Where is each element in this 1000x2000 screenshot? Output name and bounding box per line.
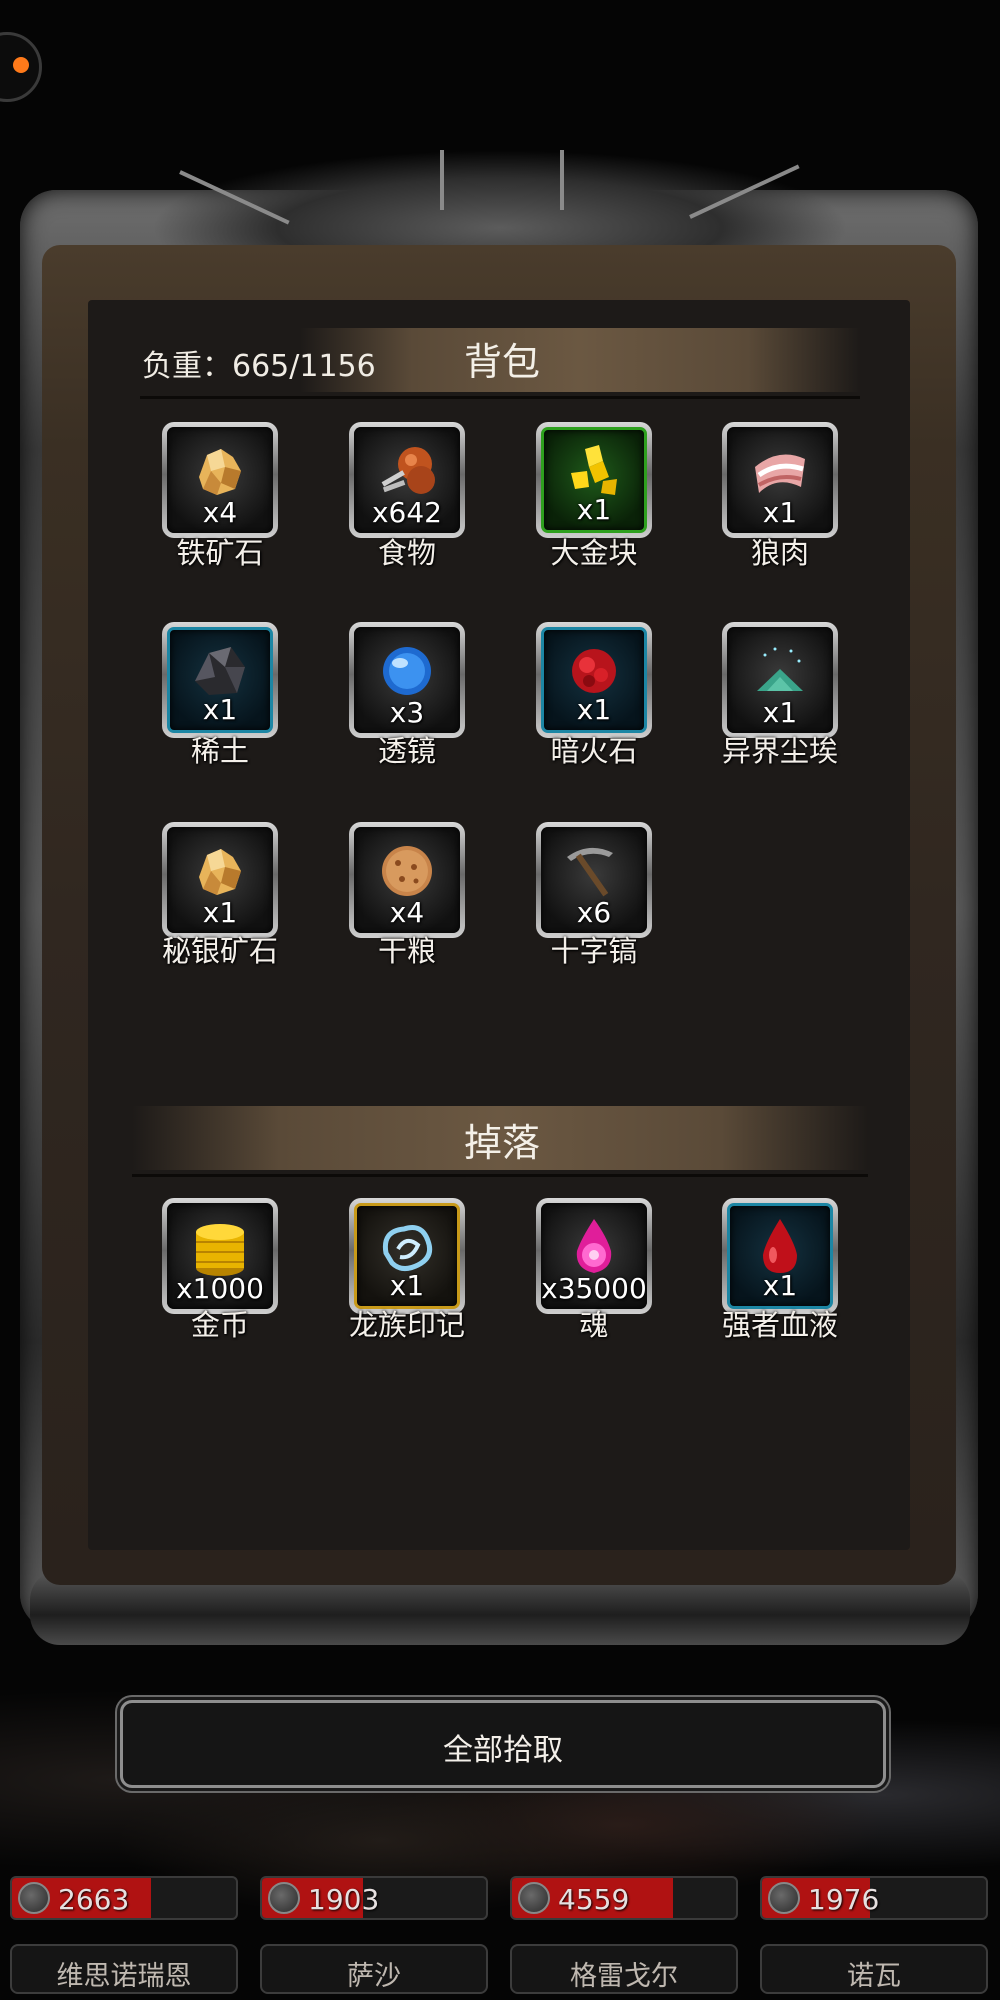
notification-dot-icon [13, 57, 29, 73]
inventory-slot[interactable]: x1 [536, 422, 652, 538]
hp-bar: 4559 [510, 1876, 738, 1920]
item-qty: x1 [576, 693, 612, 726]
hp-value: 2663 [58, 1883, 130, 1916]
item-qty: x1 [762, 696, 798, 729]
party-member-nameplate[interactable]: 格雷戈尔 [510, 1944, 738, 1994]
item-qty: x1 [762, 1269, 798, 1302]
inventory-slot[interactable]: x6 [536, 822, 652, 938]
item-name: 干粮 [377, 934, 436, 968]
item-name: 魂 [579, 1308, 609, 1342]
item-name: 秘银矿石 [161, 934, 278, 968]
item-qty: x35000 [541, 1272, 647, 1305]
item-name: 强者血液 [721, 1308, 838, 1342]
weight-label: 负重：665/1156 [142, 349, 376, 384]
item-name: 透镜 [377, 734, 436, 768]
item-qty: x642 [371, 496, 442, 529]
pickup-all-button[interactable]: 全部拾取 [120, 1700, 886, 1788]
party-member-name: 维思诺瑞恩 [56, 1961, 192, 1992]
hp-bar: 2663 [10, 1876, 238, 1920]
item-qty: x1000 [176, 1272, 264, 1305]
drops-title: 掉落 [463, 1121, 540, 1165]
drop-slot[interactable]: x1 [722, 1198, 838, 1314]
hp-bar: 1903 [260, 1876, 488, 1920]
hp-value: 4559 [558, 1883, 630, 1916]
item-qty: x6 [576, 896, 612, 929]
health-orb-icon [518, 1882, 550, 1914]
party-member-nameplate[interactable]: 维思诺瑞恩 [10, 1944, 238, 1994]
hp-bar: 1976 [760, 1876, 988, 1920]
item-name: 狼肉 [750, 536, 809, 570]
backpack-header-line [140, 396, 860, 399]
inventory-slot[interactable]: x4 [349, 822, 465, 938]
inventory-slot[interactable]: x1 [722, 422, 838, 538]
health-orb-icon [18, 1882, 50, 1914]
item-name: 金币 [190, 1308, 249, 1342]
health-orb-icon [268, 1882, 300, 1914]
drop-slot[interactable]: x1000 [162, 1198, 278, 1314]
party-member-nameplate[interactable]: 诺瓦 [760, 1944, 988, 1994]
spike-decor [440, 150, 444, 210]
inventory-slot[interactable]: x3 [349, 622, 465, 738]
party-member-nameplate[interactable]: 萨沙 [260, 1944, 488, 1994]
inventory-slot[interactable]: x642 [349, 422, 465, 538]
item-name: 食物 [377, 536, 436, 570]
party-member-name: 格雷戈尔 [570, 1961, 678, 1992]
inventory-slot[interactable]: x1 [162, 822, 278, 938]
item-qty: x1 [202, 693, 238, 726]
menu-corner-button[interactable] [0, 32, 42, 102]
hp-value: 1903 [308, 1883, 380, 1916]
health-orb-icon [768, 1882, 800, 1914]
item-name: 稀土 [190, 734, 249, 768]
inventory-slot[interactable]: x1 [722, 622, 838, 738]
item-qty: x4 [389, 896, 425, 929]
inventory-slot[interactable]: x1 [162, 622, 278, 738]
party-member-name: 诺瓦 [847, 1961, 901, 1992]
pickup-all-label: 全部拾取 [443, 1733, 563, 1768]
item-name: 铁矿石 [176, 536, 264, 570]
item-qty: x3 [389, 696, 425, 729]
item-name: 龙族印记 [348, 1308, 465, 1342]
item-qty: x4 [202, 496, 238, 529]
item-name: 十字镐 [550, 934, 638, 968]
inventory-slot[interactable]: x1 [536, 622, 652, 738]
drop-slot[interactable]: x35000 [536, 1198, 652, 1314]
drop-slot[interactable]: x1 [349, 1198, 465, 1314]
item-name: 大金块 [550, 536, 638, 570]
item-name: 异界尘埃 [721, 734, 838, 768]
drops-header-line [132, 1174, 868, 1177]
item-name: 暗火石 [550, 734, 638, 768]
party-member-name: 萨沙 [347, 1961, 401, 1992]
item-qty: x1 [576, 493, 612, 526]
item-qty: x1 [389, 1269, 425, 1302]
backpack-title: 背包 [463, 340, 540, 384]
item-qty: x1 [762, 496, 798, 529]
spike-decor [560, 150, 564, 210]
inventory-slot[interactable]: x4 [162, 422, 278, 538]
item-qty: x1 [202, 896, 238, 929]
hp-value: 1976 [808, 1883, 880, 1916]
